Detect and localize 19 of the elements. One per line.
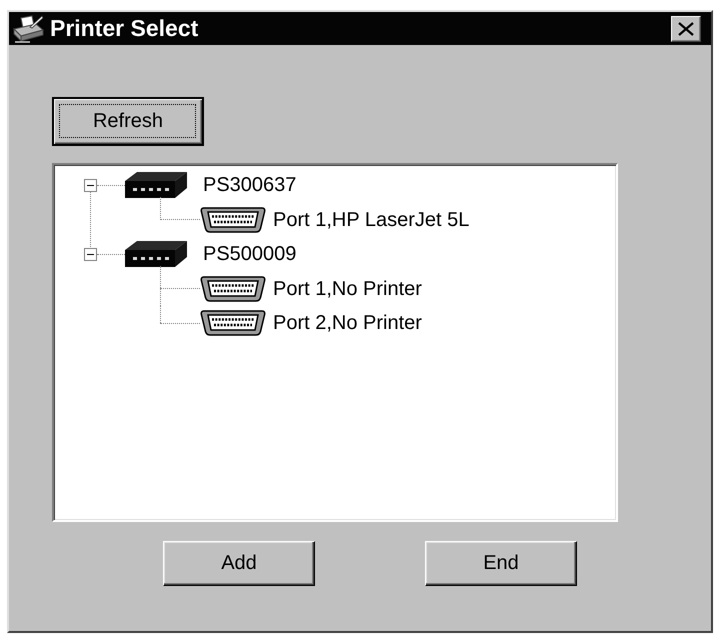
port-connector-icon [200,206,266,233]
close-icon [678,22,694,36]
printer-icon [12,14,45,42]
window-title: Printer Select [50,15,198,42]
end-button[interactable]: End [425,541,577,586]
port-connector-icon [200,310,266,336]
minus-box-icon[interactable] [84,248,97,261]
tree-item-label[interactable]: PS300637 [203,173,296,198]
minus-box-icon[interactable] [84,178,97,192]
add-button[interactable]: Add [163,541,315,586]
close-button[interactable] [671,16,701,42]
tree-item-label[interactable]: Port 1,HP LaserJet 5L [273,208,470,232]
tree-item-label[interactable]: PS500009 [203,242,296,266]
refresh-button[interactable]: Refresh [52,97,204,146]
hub-icon [125,241,187,268]
port-connector-icon [200,276,266,302]
tree-item-label[interactable]: Port 2,No Printer [273,311,422,336]
hub-icon [125,172,187,198]
tree-item-label[interactable]: Port 1,No Printer [273,276,422,301]
